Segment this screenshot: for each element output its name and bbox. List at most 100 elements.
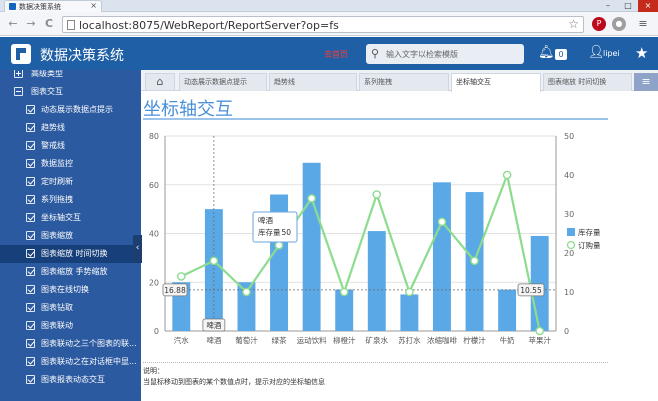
checkbox-icon bbox=[26, 141, 35, 150]
sidebar-item[interactable]: 趋势线 bbox=[0, 119, 141, 137]
sidebar-item[interactable]: 系列拖拽 bbox=[0, 191, 141, 209]
bar[interactable] bbox=[432, 182, 451, 331]
combo-chart[interactable]: 02040608001020304050汽水 啤酒 葡萄汁 绿茶 运动饮料 柳橙汁 矿泉水苏… bbox=[141, 124, 611, 350]
content-tab[interactable]: 系列拖拽 bbox=[359, 73, 449, 91]
home-link[interactable]: 去首页 bbox=[324, 49, 348, 60]
checkbox-icon bbox=[26, 159, 35, 168]
checkbox-icon bbox=[26, 105, 35, 114]
close-tab-icon[interactable]: × bbox=[90, 1, 97, 10]
sidebar-item[interactable]: 图表钻取 bbox=[0, 299, 141, 317]
line-point[interactable] bbox=[372, 190, 382, 199]
sidebar-item[interactable]: 图表联动之三个图表的联... bbox=[0, 335, 141, 353]
minimize-window-button[interactable]: – bbox=[598, 0, 618, 12]
content-tab[interactable]: 图表缩放 时间切换 bbox=[543, 73, 632, 91]
checkbox-icon bbox=[26, 375, 35, 384]
sidebar-item[interactable]: 图表交互 bbox=[0, 83, 141, 101]
line-point[interactable] bbox=[274, 240, 284, 250]
home-tab-icon[interactable]: ⌂ bbox=[145, 73, 175, 91]
x-tick-label: 浓缩咖啡 bbox=[427, 335, 457, 345]
sidebar-item-label: 图表交互 bbox=[31, 87, 63, 96]
sidebar-item[interactable]: 高级类型 bbox=[0, 70, 141, 83]
sidebar-item-label: 图表缩放 手势缩放 bbox=[41, 267, 108, 276]
sidebar-item-label: 图表联动 bbox=[41, 321, 73, 330]
bar[interactable] bbox=[302, 162, 321, 331]
sidebar-item[interactable]: 坐标轴交互 bbox=[0, 209, 141, 227]
bar[interactable] bbox=[400, 294, 419, 331]
line-point[interactable] bbox=[437, 217, 447, 227]
line-point[interactable] bbox=[242, 287, 251, 297]
line-point[interactable] bbox=[535, 326, 545, 336]
sidebar-item-label: 系列拖拽 bbox=[41, 195, 73, 204]
description-text: 当鼠标移动到图表的某个数值点时，提示对应的坐标轴信息 bbox=[143, 378, 325, 386]
line-point[interactable] bbox=[209, 256, 219, 266]
x-tick-label: 苏打水 bbox=[398, 335, 421, 345]
browser-tab[interactable]: 数据决策系统 × bbox=[4, 0, 102, 12]
pinterest-icon[interactable]: P bbox=[592, 17, 606, 31]
x-tick-label: 葡萄汁 bbox=[235, 335, 258, 345]
forward-button[interactable]: → bbox=[24, 17, 38, 31]
x-tick-label: 运动饮料 bbox=[297, 335, 327, 345]
content-tab[interactable]: 趋势线 bbox=[269, 73, 357, 91]
sidebar-item-label: 图表钻取 bbox=[41, 303, 73, 312]
legend-label[interactable]: 订购量 bbox=[578, 240, 601, 250]
checkbox-icon bbox=[26, 177, 35, 186]
sidebar-item[interactable]: 动态展示数据点提示 bbox=[0, 101, 141, 119]
bookmark-star-icon[interactable]: ☆ bbox=[568, 17, 579, 31]
sidebar-item[interactable]: 图表联动之在对话框中显... bbox=[0, 353, 141, 371]
minus-box-icon bbox=[14, 87, 23, 96]
sidebar-item[interactable]: 图表缩放 手势缩放 bbox=[0, 263, 141, 281]
legend-label[interactable]: 库存量 bbox=[578, 227, 601, 237]
y-right-tick-label: 20 bbox=[564, 249, 574, 258]
maximize-window-button[interactable]: □ bbox=[618, 0, 638, 12]
app-logo-icon bbox=[11, 44, 31, 64]
url-bar[interactable]: localhost:8075/WebReport/ReportServer?op… bbox=[62, 16, 584, 33]
plus-box-icon bbox=[14, 70, 23, 78]
tab-menu-icon[interactable]: ≡ bbox=[634, 73, 658, 91]
legend-swatch-line[interactable] bbox=[566, 240, 576, 250]
sidebar-item-label: 图表缩放 时间切换 bbox=[41, 249, 108, 258]
bar[interactable] bbox=[498, 289, 517, 331]
template-search[interactable]: ⚲ 输入文字以检索模版 bbox=[366, 44, 524, 64]
legend-swatch-bar[interactable] bbox=[567, 228, 575, 236]
reload-button[interactable]: C bbox=[42, 17, 56, 31]
content-tab[interactable]: 动态展示数据点提示 bbox=[179, 73, 267, 91]
line-point[interactable] bbox=[339, 287, 349, 297]
content-tab-bar: ⌂ ≡ 动态展示数据点提示 趋势线 系列拖拽 坐标轴交互 图表缩放 时间切换 bbox=[141, 70, 658, 92]
sidebar-item[interactable]: 定时刷新 bbox=[0, 173, 141, 191]
line-point[interactable] bbox=[502, 170, 512, 180]
favorites-star-icon[interactable]: ★ bbox=[635, 44, 648, 62]
browser-toolbar: ← → C localhost:8075/WebReport/ReportSer… bbox=[0, 12, 658, 36]
browser-menu-icon[interactable]: ≡ bbox=[636, 17, 650, 31]
bar[interactable] bbox=[367, 231, 386, 331]
page-icon bbox=[67, 20, 75, 30]
content-tab[interactable]: 坐标轴交互 bbox=[451, 73, 541, 92]
username[interactable]: lipei bbox=[603, 49, 620, 58]
axis-pointer-y-right-label: 10.55 bbox=[520, 286, 542, 295]
app-name: 数据决策系统 bbox=[40, 48, 124, 64]
sidebar-item[interactable]: 图表缩放 时间切换 bbox=[0, 245, 141, 263]
line-point[interactable] bbox=[470, 256, 479, 266]
y-right-tick-label: 10 bbox=[564, 288, 574, 297]
checkbox-icon bbox=[26, 267, 35, 276]
line-point[interactable] bbox=[307, 194, 316, 203]
sidebar-item[interactable]: 图表联动 bbox=[0, 317, 141, 335]
checkbox-icon bbox=[26, 321, 35, 330]
sidebar-item-label: 图表缩放 bbox=[41, 231, 73, 240]
sidebar-item-label: 图表联动之三个图表的联... bbox=[41, 339, 137, 348]
back-button[interactable]: ← bbox=[6, 17, 20, 31]
sidebar-item[interactable]: 图表在线切换 bbox=[0, 281, 141, 299]
line-point[interactable] bbox=[176, 272, 186, 281]
sidebar-item-label: 图表报表动态交互 bbox=[41, 375, 105, 384]
sidebar-item[interactable]: 警戒线 bbox=[0, 137, 141, 155]
sidebar-item[interactable]: 图表缩放 bbox=[0, 227, 141, 245]
sidebar-item[interactable]: 数据监控 bbox=[0, 155, 141, 173]
sidebar-item-label: 趋势线 bbox=[41, 123, 65, 132]
bell-icon[interactable]: 🔔︎ bbox=[538, 45, 555, 60]
checkbox-icon bbox=[26, 339, 35, 348]
line-point[interactable] bbox=[405, 287, 414, 297]
extension-icon[interactable]: ● bbox=[612, 17, 626, 31]
checkbox-icon bbox=[26, 285, 35, 294]
x-tick-label: 矿泉水 bbox=[366, 335, 389, 345]
sidebar-item[interactable]: 图表报表动态交互 bbox=[0, 371, 141, 389]
close-window-button[interactable]: × bbox=[638, 0, 658, 12]
